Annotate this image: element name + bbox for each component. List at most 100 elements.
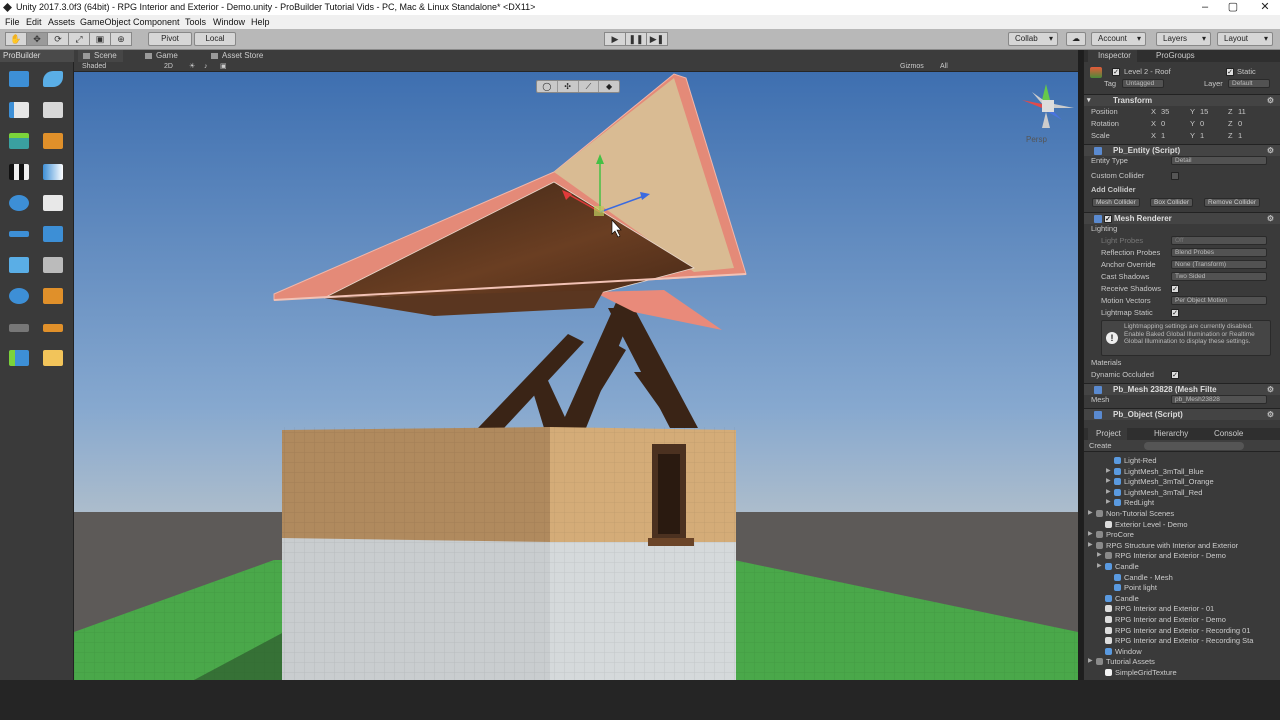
lighting-toggle-icon[interactable]: ☀ [189,62,195,72]
poly-shape-icon[interactable] [40,68,66,90]
tab-inspector[interactable]: Inspector [1088,50,1137,62]
expand-arrow-icon[interactable]: ▶ [1106,497,1111,508]
project-item[interactable]: Point light [1084,582,1274,593]
expand-arrow-icon[interactable]: ▶ [1106,487,1111,498]
step-icon[interactable]: ▶❚ [646,32,668,46]
menu-file[interactable]: File [5,17,20,27]
shading-mode-dropdown[interactable]: Shaded [82,62,106,72]
weld-icon[interactable] [6,316,32,338]
pivot-toggle-button[interactable]: Pivot [148,32,192,46]
light-probes-dropdown[interactable]: Off [1171,236,1267,245]
vertex-colors-icon[interactable] [40,161,66,183]
collab-dropdown[interactable]: Collab [1008,32,1058,46]
active-checkbox[interactable]: ✓ [1112,68,1120,76]
project-search-input[interactable] [1144,442,1244,450]
cast-shadows-dropdown[interactable]: Two Sided [1171,272,1267,281]
menu-help[interactable]: Help [251,17,270,27]
checker-icon[interactable] [6,161,32,183]
minimize-button[interactable]: – [1190,0,1220,15]
boolean-icon[interactable] [6,285,32,307]
edge-select-icon[interactable]: ⟋ [579,81,600,92]
effects-toggle-icon[interactable]: ▣ [220,62,227,72]
scene-search-input[interactable]: All [940,62,948,72]
project-item[interactable]: Exterior Level - Demo [1084,519,1274,530]
2d-toggle[interactable]: 2D [164,62,173,72]
move-tool-icon[interactable]: ✥ [26,32,48,46]
probuilder-tab[interactable]: ProBuilder [0,50,74,62]
anchor-override-field[interactable]: None (Transform) [1171,260,1267,269]
create-dropdown[interactable]: Create [1089,441,1112,450]
mesh-field[interactable]: pb_Mesh23828 [1171,395,1267,404]
menu-component[interactable]: Component [133,17,180,27]
expand-arrow-icon[interactable]: ▶ [1106,476,1111,487]
tab-progroups[interactable]: ProGroups [1150,50,1201,62]
bridge-icon[interactable] [6,347,32,369]
expand-arrow-icon[interactable]: ▶ [1106,466,1111,477]
extrude-icon[interactable] [40,316,66,338]
play-icon[interactable]: ▶ [604,32,626,46]
texture-bricks-icon[interactable] [40,130,66,152]
project-item[interactable]: ▶ ProCore [1084,529,1274,540]
receive-shadows-checkbox[interactable]: ✓ [1171,285,1179,293]
cloud-icon[interactable]: ☁ [1066,32,1086,46]
local-toggle-button[interactable]: Local [194,32,236,46]
project-item[interactable]: RPG Interior and Exterior - Demo [1084,614,1274,625]
object-select-icon[interactable]: ◯ [537,81,558,92]
expand-arrow-icon[interactable]: ▶ [1088,529,1093,540]
rect-tool-icon[interactable]: ▣ [89,32,111,46]
dynamic-occluded-checkbox[interactable]: ✓ [1171,371,1179,379]
expand-arrow-icon[interactable]: ▶ [1088,508,1093,519]
project-item[interactable]: ▶ Candle [1084,561,1274,572]
cube-icon[interactable] [40,254,66,276]
smoothing-icon[interactable] [40,99,66,121]
project-item[interactable]: RPG Interior and Exterior - Recording 01 [1084,625,1274,636]
tab-console[interactable]: Console [1208,428,1249,440]
tab-hierarchy[interactable]: Hierarchy [1148,428,1194,440]
transform-tool-icon[interactable]: ⊕ [110,32,132,46]
project-item[interactable]: ▶ LightMesh_3mTall_Blue [1084,466,1274,477]
static-checkbox[interactable]: ✓ [1226,68,1234,76]
gear-icon[interactable]: ⚙ [1267,409,1274,421]
gizmos-dropdown[interactable]: Gizmos [900,62,924,72]
rotate-tool-icon[interactable]: ⟳ [47,32,69,46]
face-select-icon[interactable]: ◆ [599,81,619,92]
entity-type-dropdown[interactable]: Detail [1171,156,1267,165]
hand-tool-icon[interactable]: ✋ [5,32,27,46]
material-editor-icon[interactable] [6,130,32,152]
scale-tool-icon[interactable]: ⤢ [68,32,90,46]
menu-edit[interactable]: Edit [26,17,42,27]
project-item[interactable]: SimpleGridTexture [1084,667,1274,678]
project-item[interactable]: ▶ Non-Tutorial Scenes [1084,508,1274,519]
lightmap-static-checkbox[interactable]: ✓ [1171,309,1179,317]
project-item[interactable]: ▶ Tutorial Assets [1084,656,1274,667]
scale-x-field[interactable]: 1 [1161,130,1165,142]
menu-window[interactable]: Window [213,17,245,27]
mesh-renderer-checkbox[interactable]: ✓ [1104,215,1112,223]
audio-toggle-icon[interactable]: ♪ [204,62,208,72]
expand-arrow-icon[interactable]: ▶ [1088,656,1093,667]
materials-foldout[interactable]: Materials [1084,357,1280,369]
project-item[interactable]: ▶ RPG Structure with Interior and Exterio… [1084,540,1274,551]
menu-tools[interactable]: Tools [185,17,206,27]
pause-icon[interactable]: ❚❚ [625,32,647,46]
pb-object-header[interactable]: Pb_Object (Script) ⚙ [1084,408,1280,420]
scale-z-field[interactable]: 1 [1238,130,1242,142]
vertex-select-icon[interactable]: ✣ [558,81,579,92]
remove-collider-button[interactable]: Remove Collider [1204,198,1261,207]
project-item[interactable]: ▶ LightMesh_3mTall_Orange [1084,476,1274,487]
close-button[interactable]: ✕ [1250,0,1280,15]
project-item[interactable]: Light-Red [1084,455,1274,466]
transform-header[interactable]: ▾ Transform ⚙ [1084,94,1280,106]
position-x-field[interactable]: 35 [1161,106,1169,118]
tab-asset-store[interactable]: Asset Store [206,50,269,62]
merge-icon[interactable] [6,254,32,276]
menu-assets[interactable]: Assets [48,17,75,27]
project-item[interactable]: Window [1084,646,1274,657]
project-item[interactable]: RPG Interior and Exterior - Recording St… [1084,635,1274,646]
tab-scene[interactable]: Scene [78,50,123,62]
detach-icon[interactable] [40,347,66,369]
flip-normals-icon[interactable] [6,223,32,245]
subdivide-icon[interactable] [40,285,66,307]
orientation-gizmo[interactable] [1018,80,1078,136]
maximize-button[interactable]: ▢ [1218,0,1248,15]
